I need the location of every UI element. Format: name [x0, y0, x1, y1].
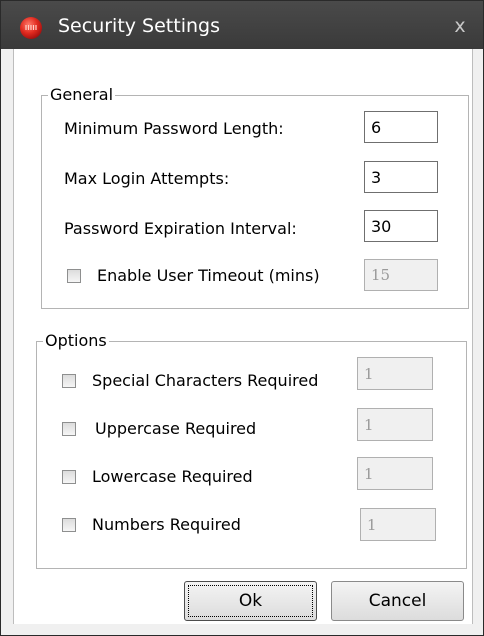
general-legend: General [48, 85, 116, 105]
numbers-label: Numbers Required [92, 515, 241, 534]
red-power-icon [20, 17, 42, 39]
lowercase-checkbox[interactable] [62, 470, 76, 484]
window-title: Security Settings [58, 15, 220, 37]
options-legend: Options [43, 331, 109, 351]
title-bar[interactable]: Security Settings x [1, 1, 483, 49]
special-chars-checkbox[interactable] [62, 374, 76, 388]
uppercase-checkbox[interactable] [62, 422, 76, 436]
uppercase-label: Uppercase Required [95, 419, 257, 438]
numbers-checkbox[interactable] [62, 518, 76, 532]
special-chars-input[interactable] [357, 357, 433, 390]
password-expiration-label: Password Expiration Interval: [64, 219, 297, 238]
max-login-attempts-input[interactable] [364, 161, 438, 193]
cancel-button-label: Cancel [368, 591, 427, 611]
numbers-input[interactable] [360, 508, 436, 541]
password-expiration-input[interactable] [364, 210, 438, 242]
general-group: General Minimum Password Length: Max Log… [41, 85, 469, 309]
ok-button[interactable]: Ok [184, 581, 317, 621]
dialog-content: General Minimum Password Length: Max Log… [13, 49, 473, 624]
max-login-attempts-label: Max Login Attempts: [64, 169, 230, 188]
min-password-length-input[interactable] [364, 111, 438, 143]
lowercase-label: Lowercase Required [92, 467, 253, 486]
special-chars-label: Special Characters Required [92, 371, 319, 390]
user-timeout-input[interactable] [364, 259, 438, 291]
security-settings-dialog: Security Settings x General Minimum Pass… [0, 0, 484, 636]
close-button[interactable]: x [449, 15, 471, 37]
uppercase-input[interactable] [357, 408, 433, 441]
lowercase-input[interactable] [357, 457, 433, 490]
options-group: Options Special Characters Required Uppe… [36, 331, 467, 569]
cancel-button[interactable]: Cancel [331, 581, 464, 621]
focus-ring [188, 585, 313, 617]
user-timeout-checkbox[interactable] [67, 269, 81, 283]
min-password-length-label: Minimum Password Length: [64, 119, 284, 138]
user-timeout-label: Enable User Timeout (mins) [97, 266, 320, 285]
